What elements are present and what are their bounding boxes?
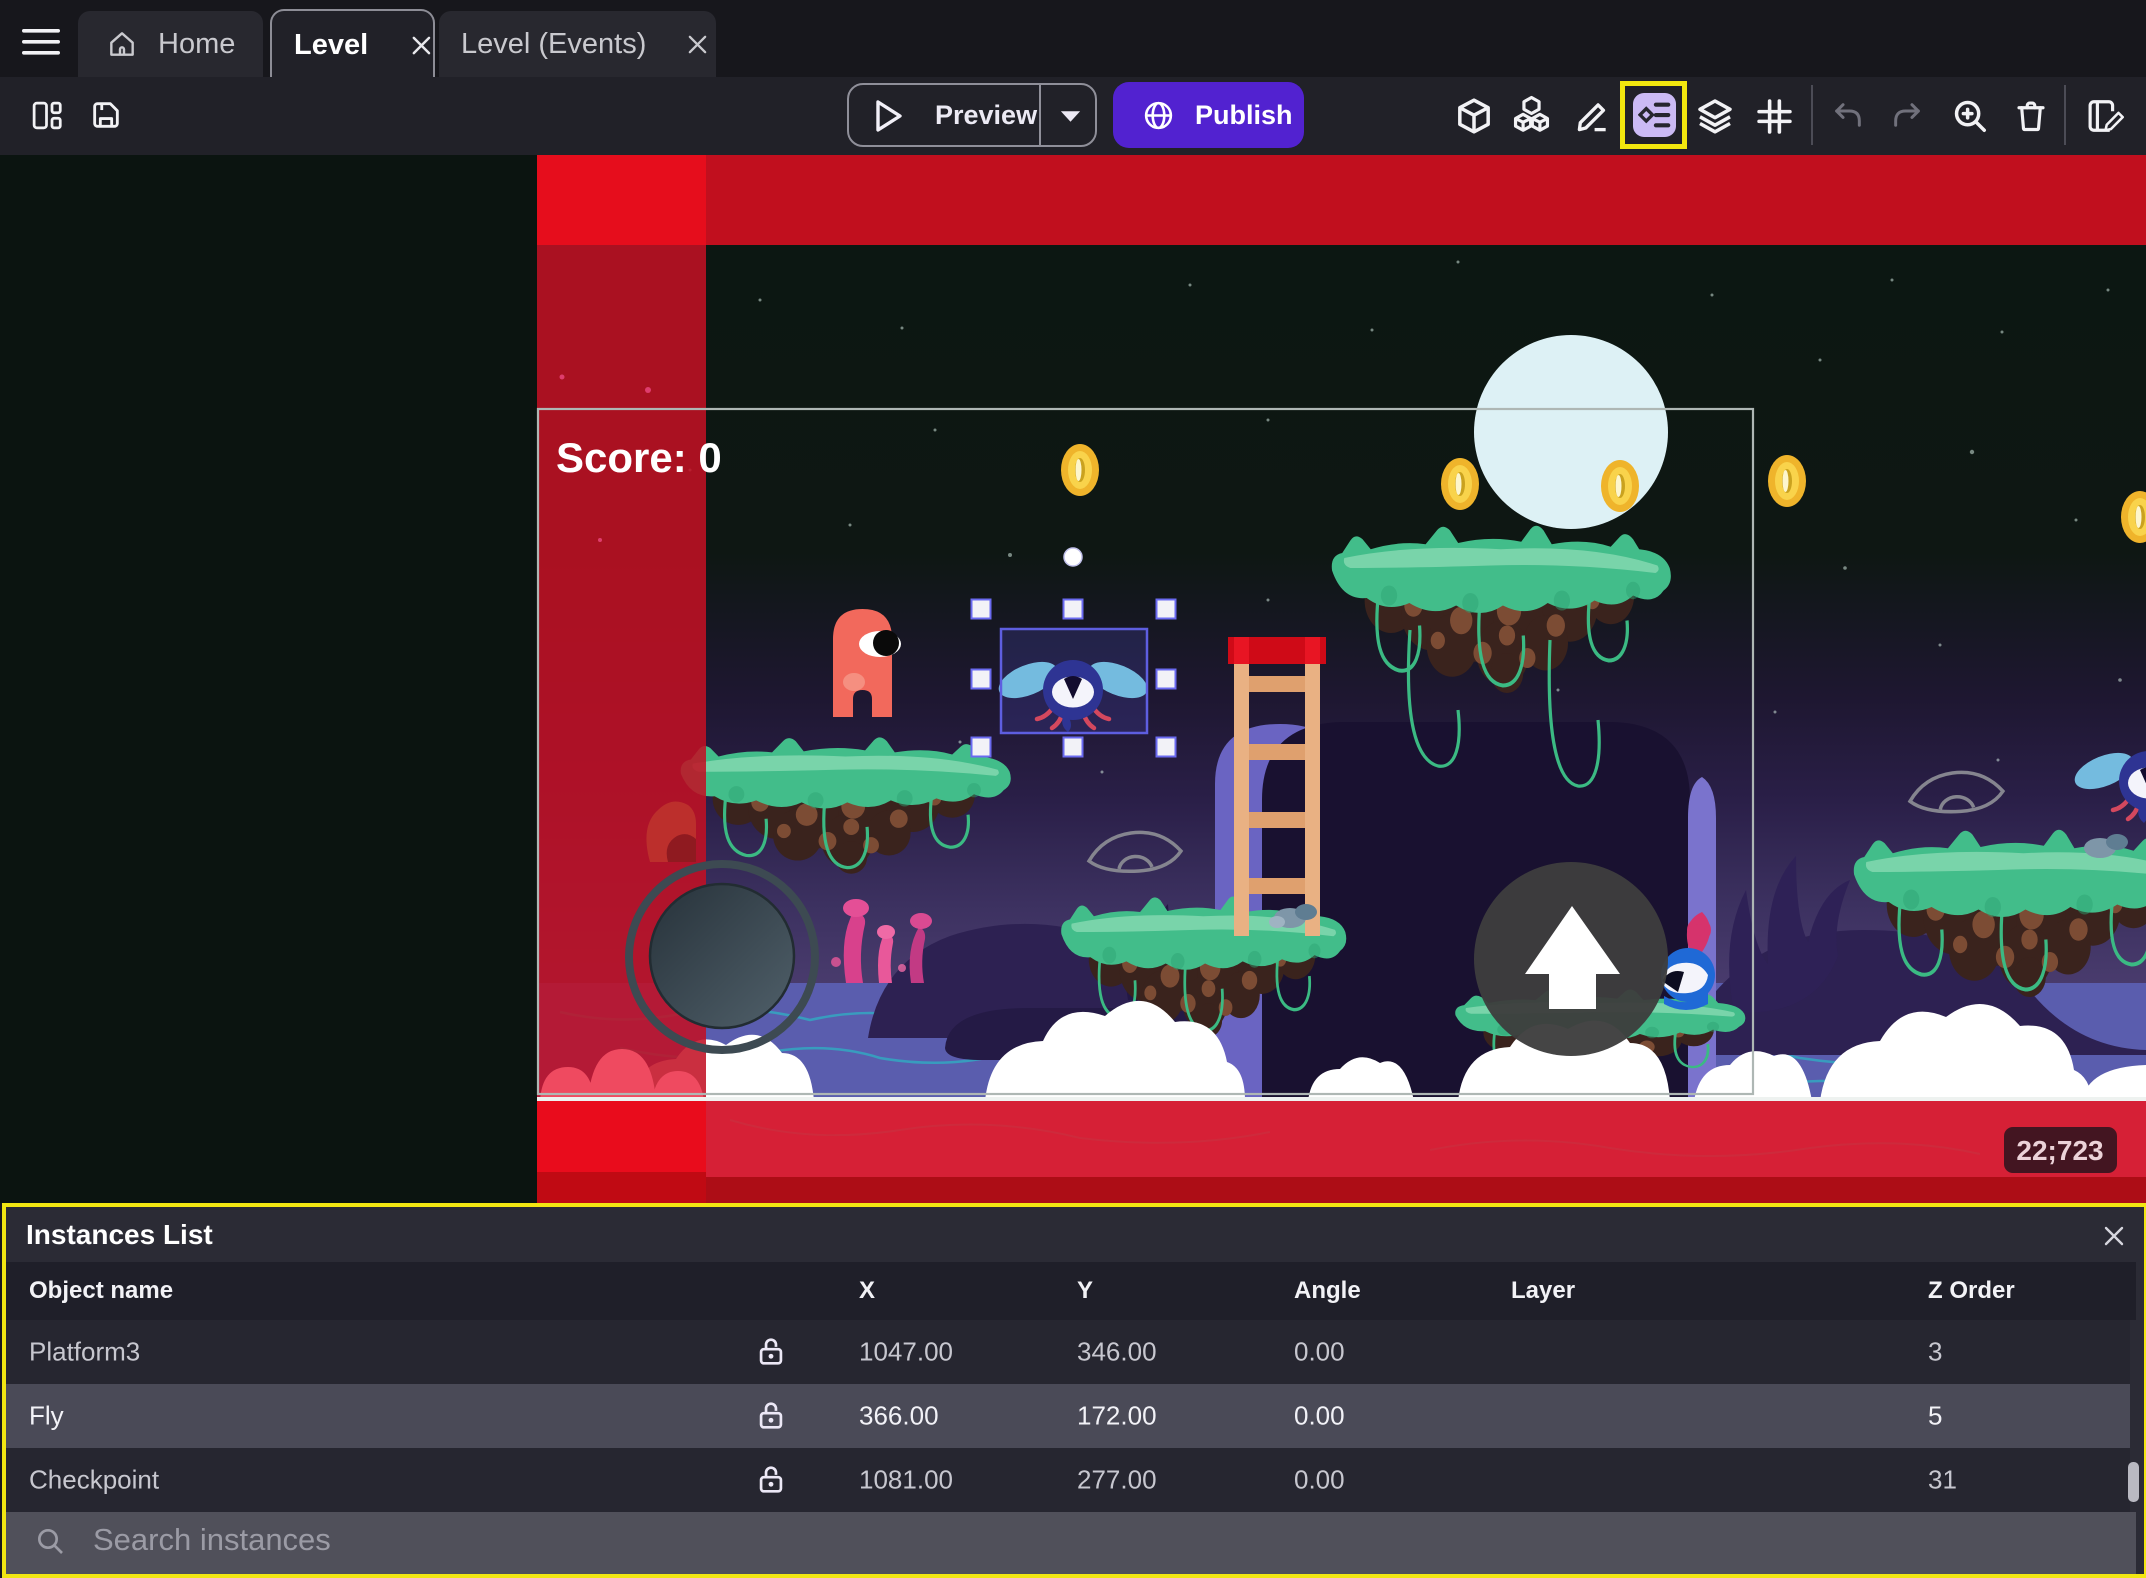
svg-text:22;723: 22;723	[2016, 1135, 2103, 1166]
svg-text:Score: 0: Score: 0	[556, 434, 722, 481]
